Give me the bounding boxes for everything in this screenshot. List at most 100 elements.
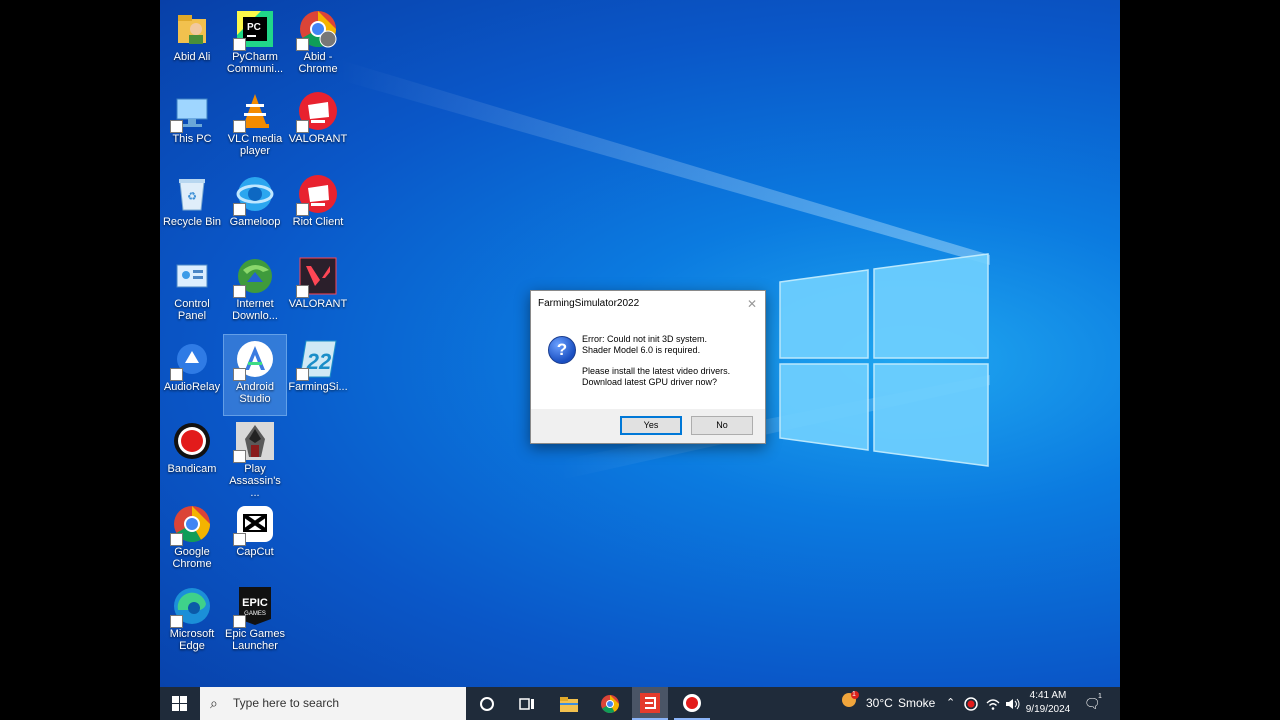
vlc-icon xyxy=(233,91,275,133)
desktop-icon-control-panel[interactable]: Control Panel xyxy=(161,252,223,332)
desktop-icon-vlc[interactable]: VLC media player xyxy=(224,87,286,167)
weather-temp[interactable]: 30°C xyxy=(866,687,900,720)
weather-badge: 1 xyxy=(852,691,856,698)
taskbar-file-explorer[interactable] xyxy=(553,687,585,720)
icon-label: Google Chrome xyxy=(172,546,212,570)
dialog-body: ? Error: Could not init 3D system. Shade… xyxy=(531,317,765,409)
taskbar-chrome[interactable] xyxy=(594,687,626,720)
cortana-button[interactable] xyxy=(472,687,502,720)
task-view-button[interactable] xyxy=(512,687,542,720)
svg-text:♻: ♻ xyxy=(187,191,197,203)
dialog-titlebar[interactable]: FarmingSimulator2022 ✕ xyxy=(531,291,765,317)
icon-label: Bandicam xyxy=(167,463,217,475)
taskbar-search[interactable]: ⌕ Type here to search xyxy=(200,687,466,720)
idm-icon xyxy=(233,256,275,298)
record-icon[interactable] xyxy=(964,687,980,720)
icon-label: CapCut xyxy=(236,546,274,558)
desktop-icon-pycharm[interactable]: PC PyCharm Communi... xyxy=(224,5,286,85)
epic-games-icon: EPIC GAMES xyxy=(233,586,275,628)
notification-count: 1 xyxy=(1098,693,1102,700)
desktop-icon-microsoft-edge[interactable]: Microsoft Edge xyxy=(161,582,223,662)
desktop-icon-abid-chrome[interactable]: Abid - Chrome xyxy=(287,5,349,85)
message-line: Download latest GPU driver now? xyxy=(582,377,718,387)
icon-label: PyCharm Communi... xyxy=(226,51,284,75)
desktop-icon-assassins-creed[interactable]: Play Assassin's ... xyxy=(224,417,286,499)
chrome-icon xyxy=(170,504,212,546)
riot-icon xyxy=(296,174,338,216)
control-panel-icon xyxy=(172,256,212,296)
desktop-icon-gameloop[interactable]: Gameloop xyxy=(224,170,286,250)
capcut-icon xyxy=(233,504,275,546)
icon-label: VALORANT xyxy=(288,298,348,310)
icon-label: VLC media player xyxy=(227,133,283,157)
windows-start-icon xyxy=(172,696,187,711)
svg-text:EPIC: EPIC xyxy=(242,597,268,609)
bandicam-icon xyxy=(683,694,701,712)
user-folder-icon xyxy=(172,9,212,49)
svg-text:PC: PC xyxy=(247,22,261,33)
computer-icon xyxy=(170,91,212,133)
icon-label: Abid - Chrome xyxy=(298,51,338,75)
cortana-icon xyxy=(480,697,494,711)
icon-label: Abid Ali xyxy=(173,51,211,63)
desktop-icon-valorant-1[interactable]: VALORANT xyxy=(287,87,349,167)
yes-button[interactable]: Yes xyxy=(620,416,682,435)
search-placeholder: Type here to search xyxy=(233,696,340,710)
clock-time: 4:41 AM xyxy=(1029,690,1067,701)
desktop: Abid Ali This PC ♻ Recycle Bin Control P… xyxy=(160,0,1120,720)
windows-logo xyxy=(779,253,989,467)
icon-label: Gameloop xyxy=(229,216,281,228)
no-button[interactable]: No xyxy=(691,416,753,435)
edge-icon xyxy=(170,586,212,628)
icon-label: Recycle Bin xyxy=(162,216,222,228)
desktop-icon-internet-download-manager[interactable]: Internet Downlo... xyxy=(224,252,286,332)
gameloop-icon xyxy=(233,174,275,216)
message-line: Error: Could not init 3D system. xyxy=(582,334,708,344)
audiorelay-icon xyxy=(170,339,212,381)
wifi-icon[interactable] xyxy=(986,687,1002,720)
search-icon: ⌕ xyxy=(210,695,218,711)
icon-label: VALORANT xyxy=(288,133,348,145)
assassins-creed-icon xyxy=(233,421,275,463)
icon-label: FarmingSi... xyxy=(288,381,348,393)
svg-text:GAMES: GAMES xyxy=(244,611,266,617)
start-button[interactable] xyxy=(166,687,194,720)
desktop-icon-android-studio[interactable]: Android Studio xyxy=(223,334,287,416)
android-studio-icon xyxy=(233,339,275,381)
icon-label: This PC xyxy=(172,133,212,145)
task-view-icon xyxy=(519,698,534,710)
desktop-icon-valorant-2[interactable]: VALORANT xyxy=(287,252,349,332)
icon-label: Play Assassin's ... xyxy=(229,463,281,499)
chevron-up-icon[interactable]: ⌃ xyxy=(946,687,960,720)
clock[interactable]: 4:41 AM 9/19/2024 xyxy=(1018,689,1078,717)
weather-icon[interactable]: 1 xyxy=(840,687,860,720)
desktop-icon-bandicam[interactable]: Bandicam xyxy=(161,417,223,497)
dialog-title: FarmingSimulator2022 xyxy=(538,298,640,309)
dialog-buttons: Yes No xyxy=(611,415,753,435)
icon-label: Android Studio xyxy=(236,381,274,405)
desktop-icon-audiorelay[interactable]: AudioRelay xyxy=(161,335,223,415)
desktop-icon-google-chrome[interactable]: Google Chrome xyxy=(161,500,223,580)
notification-button[interactable]: 🗨 1 xyxy=(1084,687,1106,720)
desktop-icon-farming-simulator[interactable]: 22 FarmingSi... xyxy=(287,335,349,415)
taskbar-bandicam[interactable] xyxy=(674,687,710,720)
svg-text:22: 22 xyxy=(306,349,332,374)
close-icon[interactable]: ✕ xyxy=(745,291,759,317)
desktop-icon-capcut[interactable]: CapCut xyxy=(224,500,286,580)
taskbar-farming-simulator[interactable] xyxy=(632,687,668,720)
message-line: Please install the latest video drivers. xyxy=(582,366,731,376)
desktop-icon-recycle-bin[interactable]: ♻ Recycle Bin xyxy=(161,170,223,250)
weather-desc[interactable]: Smoke xyxy=(898,687,938,720)
recycle-bin-icon: ♻ xyxy=(172,174,212,214)
message-line: Shader Model 6.0 is required. xyxy=(582,345,701,355)
chrome-icon xyxy=(601,695,619,714)
desktop-icon-this-pc[interactable]: This PC xyxy=(161,87,223,167)
icon-label: Internet Downlo... xyxy=(232,298,278,322)
icon-label: Control Panel xyxy=(174,298,210,322)
icon-label: Riot Client xyxy=(292,216,344,228)
icon-label: Epic Games Launcher xyxy=(225,628,285,652)
dialog-message: Error: Could not init 3D system. Shader … xyxy=(582,334,730,388)
desktop-icon-epic-games[interactable]: EPIC GAMES Epic Games Launcher xyxy=(224,582,286,662)
desktop-icon-riot-client[interactable]: Riot Client xyxy=(287,170,349,250)
desktop-icon-abid-ali[interactable]: Abid Ali xyxy=(161,5,223,85)
